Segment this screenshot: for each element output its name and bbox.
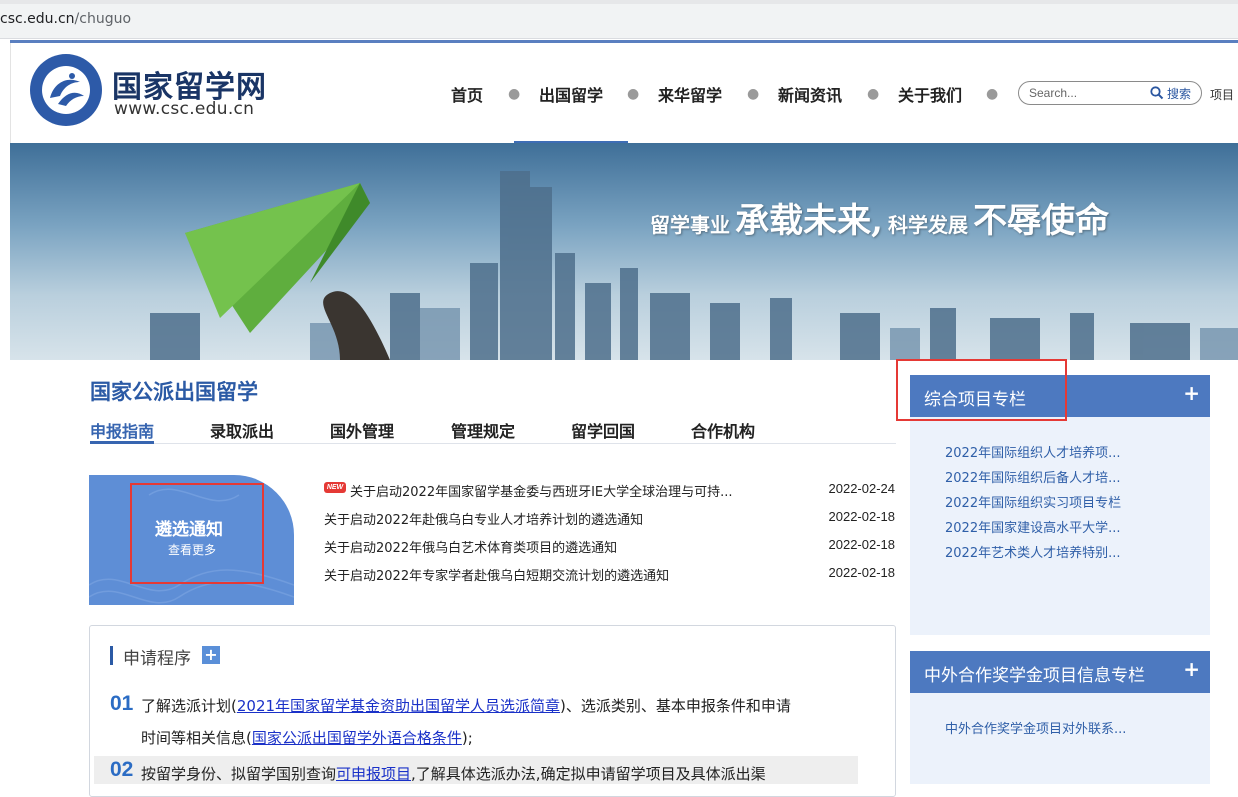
tab-return[interactable]: 留学回国 xyxy=(571,418,635,442)
banner-slogan: 留学事业 承载未来, 科学发展 不辱使命 xyxy=(650,193,1109,242)
hero-banner: 留学事业 承载未来, 科学发展 不辱使命 xyxy=(10,143,1238,360)
nav-item-study-abroad[interactable]: 出国留学 xyxy=(539,82,603,106)
news-row[interactable]: 关于启动2022年专家学者赴俄乌白短期交流计划的遴选通知 2022-02-18 xyxy=(324,565,895,585)
tab-active-indicator xyxy=(90,441,154,444)
search-box: 搜索 xyxy=(1018,81,1202,105)
new-badge: NEW xyxy=(324,482,346,493)
slogan-part-3: 科学发展 xyxy=(888,213,969,237)
address-url[interactable]: csc.edu.cn/chuguo xyxy=(0,11,131,27)
step-1-line-1: 了解选派计划(2021年国家留学基金资助出国留学人员选派简章)、选派类别、基本申… xyxy=(141,695,791,716)
nav-separator: ● xyxy=(986,86,999,102)
nav-item-news[interactable]: 新闻资讯 xyxy=(778,82,842,106)
url-path: /chuguo xyxy=(74,11,132,27)
url-host: csc.edu.cn xyxy=(0,11,75,27)
logo-url-text[interactable]: www.csc.edu.cn xyxy=(114,99,254,119)
browser-address-bar[interactable]: csc.edu.cn/chuguo xyxy=(0,0,1238,39)
sidebar-link[interactable]: 2022年国家建设高水平大学... xyxy=(945,517,1120,536)
news-row[interactable]: 关于启动2022年赴俄乌白专业人才培养计划的遴选通知 2022-02-18 xyxy=(324,509,895,529)
tab-application-guide[interactable]: 申报指南 xyxy=(90,418,154,442)
expand-plus-icon[interactable]: + xyxy=(202,646,220,664)
nav-separator: ● xyxy=(627,86,640,102)
news-title-text: 关于启动2022年国家留学基金委与西班牙IE大学全球治理与可持... xyxy=(350,485,733,500)
sidebar-link[interactable]: 2022年国际组织人才培养项... xyxy=(945,442,1120,461)
news-date: 2022-02-18 xyxy=(828,509,896,524)
csc-logo-icon[interactable] xyxy=(28,52,104,128)
search-input[interactable] xyxy=(1029,85,1144,101)
news-title[interactable]: 关于启动2022年赴俄乌白专业人才培养计划的遴选通知 xyxy=(324,509,643,528)
nav-item-about[interactable]: 关于我们 xyxy=(898,82,962,106)
sidebar-panel-2-body xyxy=(910,693,1210,784)
search-button-label: 搜索 xyxy=(1167,87,1192,101)
page-left-border xyxy=(10,43,11,143)
header-accent-line xyxy=(10,40,1238,43)
news-row[interactable]: NEW 关于启动2022年国家留学基金委与西班牙IE大学全球治理与可持... 20… xyxy=(324,481,895,501)
step-2-line-1: 按留学身份、拟留学国别查询可申报项目,了解具体选派办法,确定拟申请留学项目及具体… xyxy=(141,763,766,784)
news-date: 2022-02-18 xyxy=(828,565,896,580)
tab-regulations[interactable]: 管理规定 xyxy=(451,418,515,442)
news-title[interactable]: 关于启动2022年俄乌白艺术体育类项目的遴选通知 xyxy=(324,537,617,556)
tab-overseas-management[interactable]: 国外管理 xyxy=(330,418,394,442)
search-button[interactable]: 搜索 xyxy=(1150,84,1198,102)
nav-item-home[interactable]: 首页 xyxy=(451,82,483,106)
slogan-part-4: 不辱使命 xyxy=(973,201,1110,241)
sidebar-link[interactable]: 2022年艺术类人才培养特别... xyxy=(945,542,1120,561)
sidebar-link[interactable]: 2022年国际组织实习项目专栏 xyxy=(945,492,1121,511)
search-icon xyxy=(1150,86,1164,100)
nav-separator: ● xyxy=(747,86,760,102)
step-number: 01 xyxy=(110,692,134,715)
available-programs-link[interactable]: 可申报项目 xyxy=(336,765,411,783)
tab-admission[interactable]: 录取派出 xyxy=(210,418,274,442)
news-title[interactable]: 关于启动2022年专家学者赴俄乌白短期交流计划的遴选通知 xyxy=(324,565,669,584)
tabs-divider xyxy=(90,443,896,444)
highlight-box-sidebar xyxy=(896,359,1067,421)
highlight-box-notice xyxy=(130,483,264,584)
sidebar-link[interactable]: 2022年国际组织后备人才培... xyxy=(945,467,1120,486)
selection-guide-link[interactable]: 2021年国家留学基金资助出国留学人员选派简章 xyxy=(237,697,560,715)
nav-item-projects[interactable]: 项目 xyxy=(1210,86,1234,103)
step-number: 02 xyxy=(110,758,134,781)
tab-partners[interactable]: 合作机构 xyxy=(691,418,755,442)
step-text-part: 了解选派计划( xyxy=(141,697,237,715)
nav-separator: ● xyxy=(508,86,521,102)
step-text-part: ); xyxy=(461,729,473,747)
browser-tab-strip xyxy=(0,0,1238,4)
procedure-title-bar xyxy=(110,646,113,665)
language-requirements-link[interactable]: 国家公派出国留学外语合格条件 xyxy=(252,729,462,747)
plus-icon[interactable]: + xyxy=(1183,381,1200,405)
sidebar-panel-2-header[interactable]: 中外合作奖学金项目信息专栏 + xyxy=(910,651,1210,693)
step-1-line-2: 时间等相关信息(国家公派出国留学外语合格条件); xyxy=(141,727,473,748)
news-row[interactable]: 关于启动2022年俄乌白艺术体育类项目的遴选通知 2022-02-18 xyxy=(324,537,895,557)
slogan-part-1: 留学事业 xyxy=(650,213,730,237)
step-text-part: ,了解具体选派办法,确定拟申请留学项目及具体派出渠 xyxy=(411,765,766,783)
step-text-part: )、选派类别、基本申报条件和申请 xyxy=(560,697,791,715)
city-skyline-image xyxy=(150,171,1238,360)
news-date: 2022-02-18 xyxy=(828,537,896,552)
slogan-part-2: 承载未来, xyxy=(735,201,883,241)
step-text-part: 按留学身份、拟留学国别查询 xyxy=(141,765,337,783)
section-title: 国家公派出国留学 xyxy=(90,380,258,404)
sidebar-link[interactable]: 中外合作奖学金项目对外联系... xyxy=(945,718,1126,737)
nav-separator: ● xyxy=(867,86,880,102)
news-title[interactable]: NEW 关于启动2022年国家留学基金委与西班牙IE大学全球治理与可持... xyxy=(324,481,733,500)
step-text-part: 时间等相关信息( xyxy=(141,729,252,747)
nav-item-study-in-china[interactable]: 来华留学 xyxy=(658,82,722,106)
news-date: 2022-02-24 xyxy=(828,481,896,496)
plus-icon[interactable]: + xyxy=(1183,657,1200,681)
procedure-title: 申请程序 xyxy=(123,649,191,669)
sidebar-panel-2-title: 中外合作奖学金项目信息专栏 xyxy=(924,666,1145,686)
